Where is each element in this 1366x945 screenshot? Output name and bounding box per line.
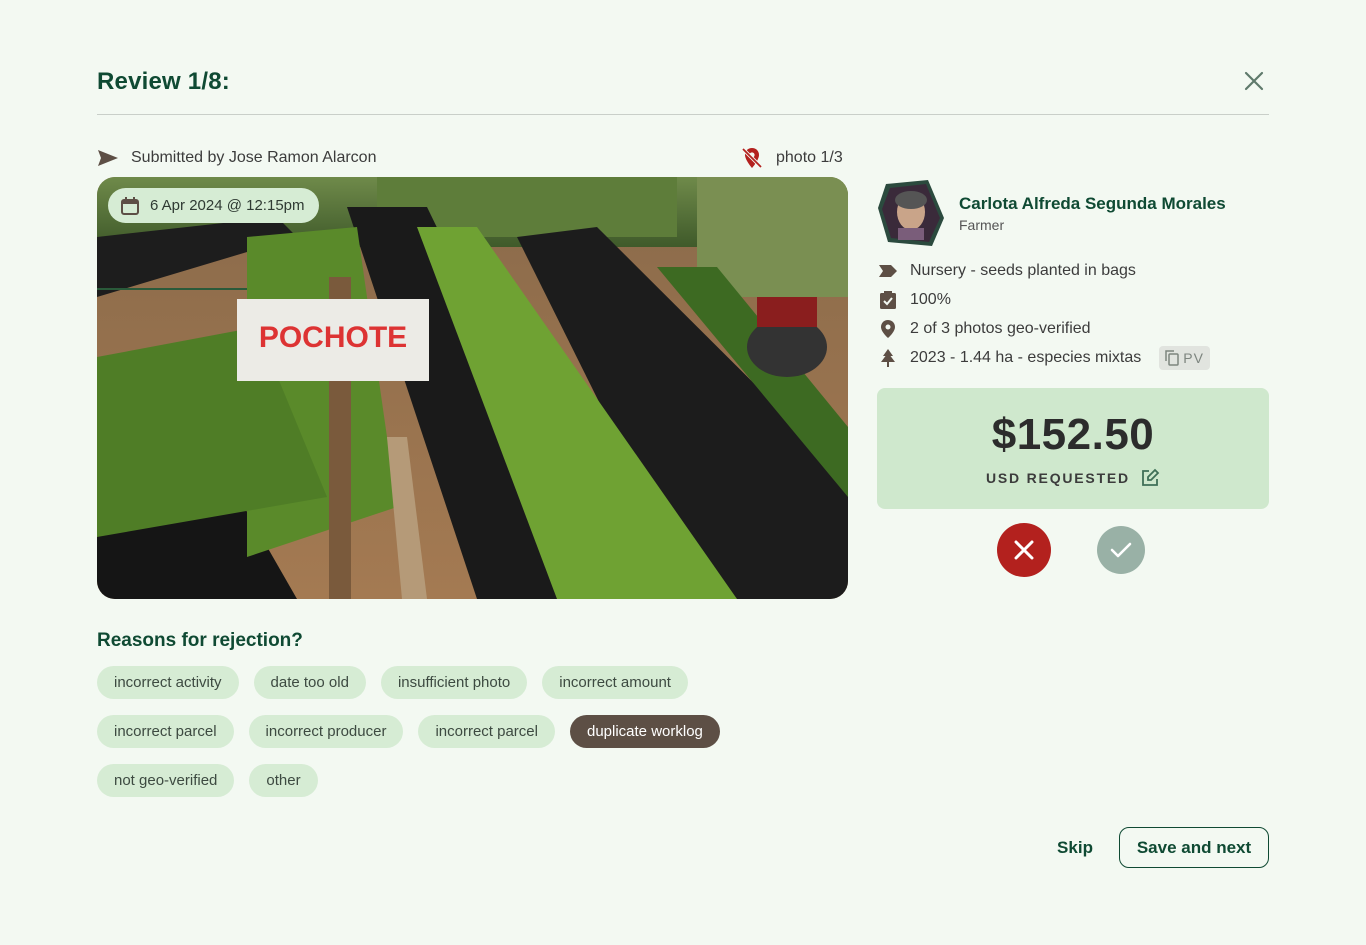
amount-label: USD REQUESTED [986, 470, 1130, 486]
reason-chip[interactable]: insufficient photo [380, 666, 528, 699]
reasons-title: Reasons for rejection? [97, 630, 303, 651]
geo-text: 2 of 3 photos geo-verified [910, 319, 1091, 337]
photo-counter: photo 1/3 [740, 146, 843, 170]
chip-row: not geo-verified other [97, 764, 857, 797]
producer-profile: Carlota Alfreda Segunda Morales Farmer [876, 178, 1276, 248]
activity-text: Nursery - seeds planted in bags [910, 261, 1136, 279]
producer-name: Carlota Alfreda Segunda Morales [959, 194, 1226, 213]
reason-chip[interactable]: incorrect producer [248, 715, 404, 748]
skip-button[interactable]: Skip [1050, 828, 1100, 868]
approve-button[interactable] [1097, 526, 1145, 574]
avatar [878, 180, 944, 246]
reason-chip[interactable]: other [249, 764, 318, 797]
reason-chip[interactable]: not geo-verified [97, 764, 235, 797]
parcel-text: 2023 - 1.44 ha - especies mixtas [910, 348, 1142, 366]
reason-chip-selected[interactable]: duplicate worklog [569, 715, 720, 748]
reason-chip[interactable]: date too old [253, 666, 366, 699]
detail-completion: 100% [878, 285, 1278, 314]
photo-counter-text: photo 1/3 [776, 149, 843, 166]
edit-icon[interactable] [1140, 468, 1160, 488]
worklog-photo[interactable]: POCHOTE 6 Apr 2024 @ 12:15pm [97, 177, 848, 599]
review-header: Review 1/8: [97, 60, 1269, 115]
reason-chips: incorrect activity date too old insuffic… [97, 666, 857, 813]
worklog-details: Nursery - seeds planted in bags 100% 2 o… [878, 256, 1278, 372]
completion-text: 100% [910, 290, 951, 308]
location-off-icon [741, 147, 763, 169]
reason-chip[interactable]: incorrect amount [542, 666, 688, 699]
detail-geo: 2 of 3 photos geo-verified [878, 314, 1278, 343]
reason-chip[interactable]: incorrect activity [97, 666, 239, 699]
close-button[interactable] [1243, 70, 1265, 92]
reject-button[interactable] [997, 523, 1051, 577]
reason-chip[interactable]: incorrect parcel [418, 715, 555, 748]
copy-parcel-code-button[interactable]: PV [1159, 345, 1210, 370]
photo-date: 6 Apr 2024 @ 12:15pm [150, 197, 305, 214]
amount-value: $152.50 [991, 410, 1155, 459]
reason-chip[interactable]: incorrect parcel [97, 715, 234, 748]
tag-icon [879, 264, 897, 277]
page-title: Review 1/8: [97, 68, 230, 95]
send-icon [98, 150, 118, 166]
clipboard-check-icon [880, 290, 896, 309]
date-badge: 6 Apr 2024 @ 12:15pm [108, 188, 319, 223]
detail-activity: Nursery - seeds planted in bags [878, 256, 1278, 285]
producer-role: Farmer [959, 217, 1005, 233]
detail-parcel: 2023 - 1.44 ha - especies mixtas PV [878, 343, 1278, 372]
save-and-next-button[interactable]: Save and next [1119, 827, 1269, 868]
submitted-by-text: Submitted by Jose Ramon Alarcon [131, 149, 377, 166]
amount-label-row: USD REQUESTED [877, 468, 1269, 488]
close-icon [1014, 540, 1034, 560]
nursery-photo-image: POCHOTE [97, 177, 848, 599]
check-icon [1110, 542, 1132, 558]
location-pin-icon [881, 319, 895, 338]
close-icon [1244, 71, 1264, 91]
calendar-icon [121, 196, 139, 215]
amount-card: $152.50 USD REQUESTED [877, 388, 1269, 509]
chip-row: incorrect parcel incorrect producer inco… [97, 715, 857, 748]
sign-text: POCHOTE [259, 321, 407, 354]
copy-icon [1165, 349, 1179, 366]
chip-row: incorrect activity date too old insuffic… [97, 666, 857, 699]
tree-icon [881, 348, 895, 367]
submitted-by: Submitted by Jose Ramon Alarcon [97, 146, 376, 170]
parcel-code: PV [1183, 349, 1204, 366]
